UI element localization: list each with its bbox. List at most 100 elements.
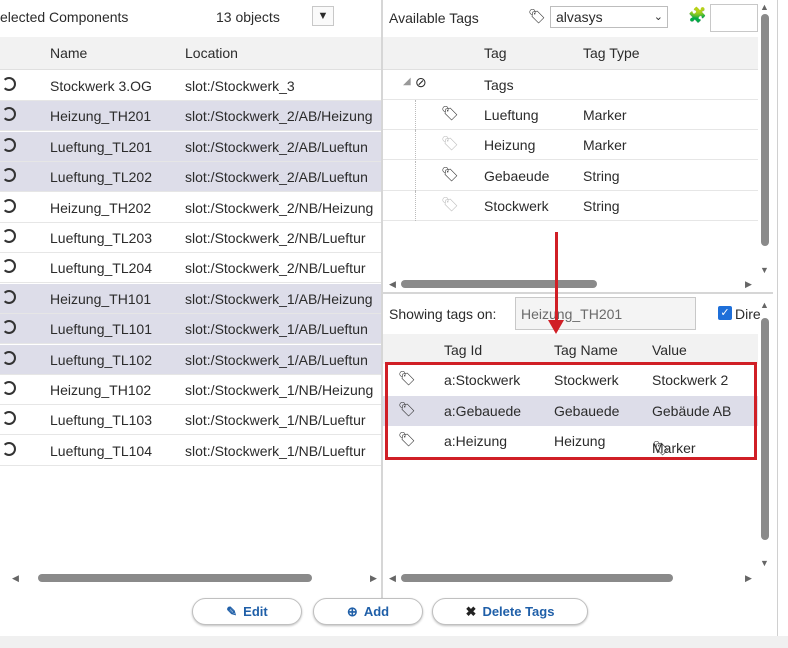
tag-row[interactable]: 🏷 Lueftung Marker	[383, 100, 758, 130]
component-location: slot:/Stockwerk_2/AB/Lueftun	[185, 169, 368, 186]
chevron-down-icon: ▼	[317, 10, 329, 22]
object-count: 13 objects	[216, 9, 280, 25]
component-name: Heizung_TH101	[50, 290, 152, 307]
component-icon	[2, 107, 16, 122]
collapse-icon[interactable]: ◢	[403, 76, 411, 87]
vertical-scrollbar[interactable]	[761, 318, 769, 540]
panel-title: elected Components	[0, 9, 129, 25]
column-tag[interactable]: Tag	[484, 45, 507, 61]
tag-name: Stockwerk	[484, 198, 549, 215]
tag-dictionary-select[interactable]: alvasys ⌄	[550, 6, 668, 28]
window-edge	[777, 0, 788, 648]
search-input[interactable]	[710, 4, 758, 32]
component-icon	[2, 259, 16, 274]
scroll-down-icon[interactable]: ▼	[760, 558, 769, 568]
horizontal-scrollbar[interactable]	[38, 574, 312, 582]
horizontal-scrollbar[interactable]	[401, 574, 673, 582]
plus-circle-icon: ⊕	[346, 603, 358, 619]
column-name[interactable]: Name	[50, 45, 87, 61]
column-value[interactable]: Value	[652, 342, 687, 358]
table-row[interactable]: Lueftung_TL103 slot:/Stockwerk_1/NB/Lueft…	[0, 405, 381, 436]
tag-name: Gebaeude	[484, 167, 550, 184]
component-icon	[2, 381, 16, 395]
component-icon	[2, 411, 16, 426]
tag-icon: 🏷	[528, 8, 546, 24]
component-icon	[2, 198, 16, 213]
component-location: slot:/Stockwerk_2/AB/Lueftun	[185, 138, 368, 155]
direct-checkbox[interactable]: ✓	[718, 306, 732, 320]
table-row[interactable]: Lueftung_TL104 slot:/Stockwerk_1/NB/Lueft…	[0, 436, 381, 466]
column-tag-id[interactable]: Tag Id	[444, 342, 482, 358]
column-tag-name[interactable]: Tag Name	[554, 342, 618, 358]
component-location: slot:/Stockwerk_2/NB/Heizung	[185, 199, 374, 216]
add-button[interactable]: ⊕ Add	[313, 598, 423, 625]
component-icon	[2, 441, 16, 456]
arrow-head-icon	[548, 320, 564, 334]
table-row[interactable]: Heizung_TH101 slot:/Stockwerk_1/AB/Heizun…	[0, 283, 381, 314]
tag-type: String	[583, 167, 620, 184]
component-name: Lueftung_TL102	[50, 351, 152, 368]
component-name: Lueftung_TL201	[50, 138, 152, 155]
component-location: slot:/Stockwerk_1/AB/Lueftun	[185, 351, 368, 368]
component-location: slot:/Stockwerk_3	[185, 78, 295, 94]
tag-row[interactable]: 🏷 Heizung Marker	[383, 130, 758, 161]
puzzle-icon[interactable]: 🧩	[688, 6, 707, 24]
table-row[interactable]: Lueftung_TL102 slot:/Stockwerk_1/AB/Lueft…	[0, 344, 381, 375]
tags-root-icon: ⊘	[415, 74, 427, 90]
component-name: Heizung_TH102	[50, 382, 152, 398]
showing-tags-field: Heizung_TH201	[515, 297, 696, 330]
tag-type: String	[583, 198, 620, 215]
scroll-right-icon[interactable]: ▶	[745, 573, 752, 584]
scroll-right-icon[interactable]: ▶	[370, 573, 377, 584]
available-tags-label: Available Tags	[389, 10, 479, 26]
tag-icon: 🏷	[441, 196, 459, 213]
window-bottom	[0, 636, 788, 648]
edit-button[interactable]: ✎ Edit	[192, 598, 302, 625]
tree-root-tags[interactable]: ◢ ⊘ Tags	[383, 70, 758, 100]
scroll-left-icon[interactable]: ◀	[389, 573, 396, 584]
scroll-up-icon[interactable]: ▲	[760, 2, 769, 12]
tag-name: Lueftung	[484, 107, 539, 123]
scroll-up-icon[interactable]: ▲	[760, 300, 769, 310]
scroll-right-icon[interactable]: ▶	[745, 279, 752, 290]
component-location: slot:/Stockwerk_1/AB/Heizung	[185, 290, 373, 307]
components-table-header: Name Location	[0, 37, 381, 70]
table-row[interactable]: Lueftung_TL202 slot:/Stockwerk_2/AB/Lueft…	[0, 162, 381, 193]
table-row[interactable]: Stockwerk 3.OG slot:/Stockwerk_3	[0, 71, 381, 101]
scroll-down-icon[interactable]: ▼	[760, 265, 769, 275]
component-name: Lueftung_TL101	[50, 321, 152, 338]
delete-tags-button[interactable]: ✖ Delete Tags	[432, 598, 588, 625]
horizontal-scrollbar[interactable]	[401, 280, 597, 288]
object-dropdown-button[interactable]: ▼	[312, 6, 334, 26]
tree-root-label: Tags	[484, 77, 514, 93]
table-row[interactable]: Heizung_TH201 slot:/Stockwerk_2/AB/Heizun…	[0, 101, 381, 132]
tag-row[interactable]: 🏷 Stockwerk String	[383, 191, 758, 222]
table-row[interactable]: Lueftung_TL201 slot:/Stockwerk_2/AB/Lueft…	[0, 131, 381, 162]
component-name: Lueftung_TL104	[50, 442, 152, 459]
component-icon	[2, 77, 16, 91]
component-name: Lueftung_TL203	[50, 230, 152, 246]
scroll-left-icon[interactable]: ◀	[389, 279, 396, 290]
vertical-scrollbar[interactable]	[761, 14, 769, 246]
horizontal-splitter[interactable]	[383, 292, 773, 294]
column-tag-type[interactable]: Tag Type	[583, 45, 640, 61]
component-name: Stockwerk 3.OG	[50, 78, 152, 94]
direct-checkbox-label: Dire	[735, 306, 761, 322]
table-row[interactable]: Lueftung_TL204 slot:/Stockwerk_2/NB/Lueft…	[0, 253, 381, 284]
table-row[interactable]: Lueftung_TL203 slot:/Stockwerk_2/NB/Lueft…	[0, 223, 381, 253]
component-name: Lueftung_TL103	[50, 412, 152, 429]
table-row[interactable]: Heizung_TH202 slot:/Stockwerk_2/NB/Heizun…	[0, 193, 381, 223]
column-location[interactable]: Location	[185, 45, 238, 61]
available-tags-header: Tag Tag Type	[383, 37, 758, 70]
table-row[interactable]: Lueftung_TL101 slot:/Stockwerk_1/AB/Lueft…	[0, 314, 381, 345]
component-location: slot:/Stockwerk_1/AB/Lueftun	[185, 321, 368, 338]
component-icon	[2, 168, 16, 183]
component-location: slot:/Stockwerk_1/NB/Lueftur	[185, 412, 366, 429]
scroll-left-icon[interactable]: ◀	[12, 573, 19, 584]
tag-type: Marker	[583, 107, 627, 123]
component-icon	[2, 229, 16, 243]
component-icon	[2, 350, 16, 365]
table-row[interactable]: Heizung_TH102 slot:/Stockwerk_1/NB/Heizun…	[0, 375, 381, 405]
component-name: Heizung_TH202	[50, 199, 152, 216]
tag-row[interactable]: 🏷 Gebaeude String	[383, 160, 758, 191]
